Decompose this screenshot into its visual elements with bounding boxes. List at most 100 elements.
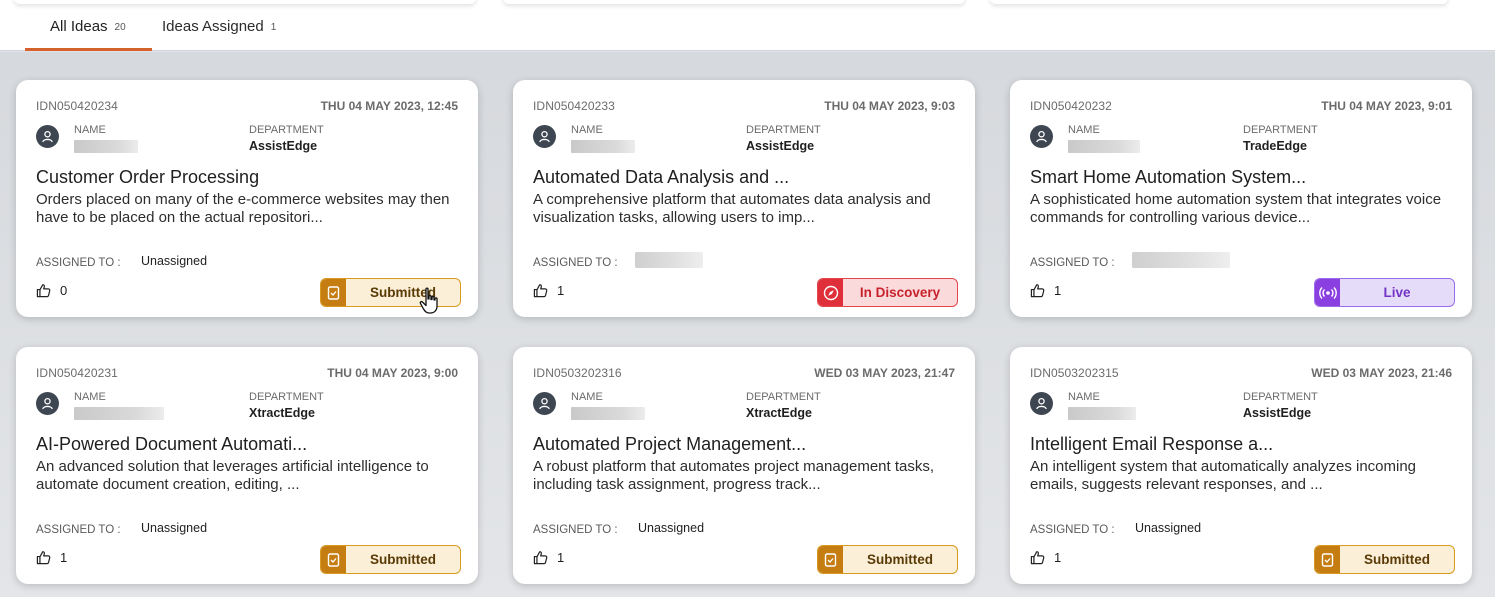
idea-card[interactable]: IDN050420233 THU 04 MAY 2023, 9:03 NAME …: [513, 80, 975, 317]
idea-card[interactable]: IDN0503202316 WED 03 MAY 2023, 21:47 NAM…: [513, 347, 975, 584]
idea-id: IDN050420233: [533, 99, 615, 113]
thumbs-up-icon: [36, 284, 51, 298]
like-button[interactable]: 1: [533, 550, 564, 565]
avatar-icon: [1030, 125, 1053, 148]
department-label: DEPARTMENT: [746, 124, 821, 136]
assigned-to-value: Unassigned: [141, 521, 208, 535]
name-label: NAME: [1068, 124, 1100, 136]
idea-description: A robust platform that automates project…: [533, 458, 935, 493]
like-count: 1: [1054, 283, 1062, 298]
avatar-icon: [533, 125, 556, 148]
idea-id: IDN0503202316: [533, 366, 622, 380]
idea-title[interactable]: Automated Project Management...: [533, 434, 953, 455]
idea-title[interactable]: AI-Powered Document Automati...: [36, 434, 456, 455]
name-redacted: [74, 140, 138, 153]
previous-card-edge: [503, 0, 965, 4]
idea-id: IDN050420234: [36, 99, 118, 113]
assigned-to-label: ASSIGNED TO :: [1030, 524, 1115, 536]
status-badge[interactable]: Submitted: [817, 545, 958, 574]
status-badge[interactable]: Submitted: [320, 278, 461, 307]
status-badge[interactable]: Submitted: [320, 545, 461, 574]
idea-id: IDN0503202315: [1030, 366, 1119, 380]
name-redacted: [74, 407, 164, 420]
assigned-to-redacted: [635, 252, 703, 268]
document-icon: [321, 546, 346, 573]
status-label: Live: [1383, 285, 1411, 300]
status-badge[interactable]: In Discovery: [817, 278, 958, 307]
tab-ideas-assigned[interactable]: Ideas Assigned 1: [162, 18, 276, 51]
like-button[interactable]: 1: [1030, 550, 1061, 565]
avatar-icon: [36, 392, 59, 415]
idea-title[interactable]: Customer Order Processing: [36, 167, 456, 188]
name-label: NAME: [74, 124, 106, 136]
idea-card[interactable]: IDN0503202315 WED 03 MAY 2023, 21:46 NAM…: [1010, 347, 1472, 584]
avatar-icon: [36, 125, 59, 148]
tab-all-ideas-label: All Ideas: [50, 18, 108, 35]
avatar-icon: [1030, 392, 1053, 415]
like-button[interactable]: 1: [36, 550, 67, 565]
idea-description: An advanced solution that leverages arti…: [36, 458, 429, 493]
status-label: Submitted: [370, 552, 436, 567]
idea-id: IDN050420231: [36, 366, 118, 380]
department-value: AssistEdge: [1243, 406, 1312, 420]
like-count: 1: [60, 550, 68, 565]
top-bar: All Ideas 20 Ideas Assigned 1: [0, 0, 1495, 51]
department-value: TradeEdge: [1243, 139, 1307, 153]
like-count: 1: [557, 283, 565, 298]
idea-description: Orders placed on many of the e-commerce …: [36, 191, 450, 226]
idea-id: IDN050420232: [1030, 99, 1112, 113]
document-icon: [1315, 546, 1340, 573]
like-button[interactable]: 0: [36, 283, 67, 298]
assigned-to-value: Unassigned: [638, 521, 705, 535]
assigned-to-label: ASSIGNED TO :: [533, 524, 618, 536]
like-count: 1: [557, 550, 565, 565]
department-label: DEPARTMENT: [1243, 124, 1318, 136]
status-label: Submitted: [370, 285, 436, 300]
idea-title[interactable]: Automated Data Analysis and ...: [533, 167, 953, 188]
idea-title[interactable]: Smart Home Automation System...: [1030, 167, 1450, 188]
like-button[interactable]: 1: [533, 283, 564, 298]
like-button[interactable]: 1: [1030, 283, 1061, 298]
thumbs-up-icon: [533, 284, 548, 298]
name-redacted: [1068, 140, 1140, 153]
idea-card[interactable]: IDN050420232 THU 04 MAY 2023, 9:01 NAME …: [1010, 80, 1472, 317]
department-label: DEPARTMENT: [249, 124, 324, 136]
assigned-to-label: ASSIGNED TO :: [36, 524, 121, 536]
tab-ideas-assigned-label: Ideas Assigned: [162, 18, 264, 35]
thumbs-up-icon: [1030, 551, 1045, 565]
name-redacted: [571, 140, 635, 153]
idea-description: A comprehensive platform that automates …: [533, 191, 931, 226]
assigned-to-value: Unassigned: [1135, 521, 1202, 535]
idea-card[interactable]: IDN050420231 THU 04 MAY 2023, 9:00 NAME …: [16, 347, 478, 584]
previous-card-edge: [14, 0, 476, 4]
tab-all-ideas-count: 20: [114, 22, 126, 33]
idea-date: WED 03 MAY 2023, 21:46: [1311, 366, 1452, 380]
compass-icon: [818, 279, 843, 306]
idea-date: THU 04 MAY 2023, 9:03: [824, 99, 955, 113]
status-badge[interactable]: Submitted: [1314, 545, 1455, 574]
tab-ideas-assigned-count: 1: [270, 22, 277, 33]
idea-title[interactable]: Intelligent Email Response a...: [1030, 434, 1450, 455]
thumbs-up-icon: [533, 551, 548, 565]
status-badge[interactable]: Live: [1314, 278, 1455, 307]
assigned-to-value: Unassigned: [141, 254, 208, 268]
tab-all-ideas[interactable]: All Ideas 20: [25, 18, 152, 51]
like-count: 1: [1054, 550, 1062, 565]
idea-description: An intelligent system that automatically…: [1030, 458, 1417, 493]
status-label: Submitted: [867, 552, 933, 567]
idea-card[interactable]: IDN050420234 THU 04 MAY 2023, 12:45 NAME…: [16, 80, 478, 317]
status-label: In Discovery: [859, 285, 941, 300]
assigned-to-label: ASSIGNED TO :: [36, 257, 121, 269]
assigned-to-label: ASSIGNED TO :: [1030, 257, 1115, 269]
idea-description: A sophisticated home automation system t…: [1030, 191, 1442, 226]
document-icon: [818, 546, 843, 573]
avatar-icon: [533, 392, 556, 415]
idea-date: THU 04 MAY 2023, 9:00: [327, 366, 458, 380]
department-value: AssistEdge: [249, 139, 318, 153]
like-count: 0: [60, 283, 68, 298]
department-value: AssistEdge: [746, 139, 815, 153]
name-redacted: [1068, 407, 1136, 420]
name-label: NAME: [1068, 391, 1100, 403]
previous-card-edge: [990, 0, 1448, 4]
name-label: NAME: [74, 391, 106, 403]
